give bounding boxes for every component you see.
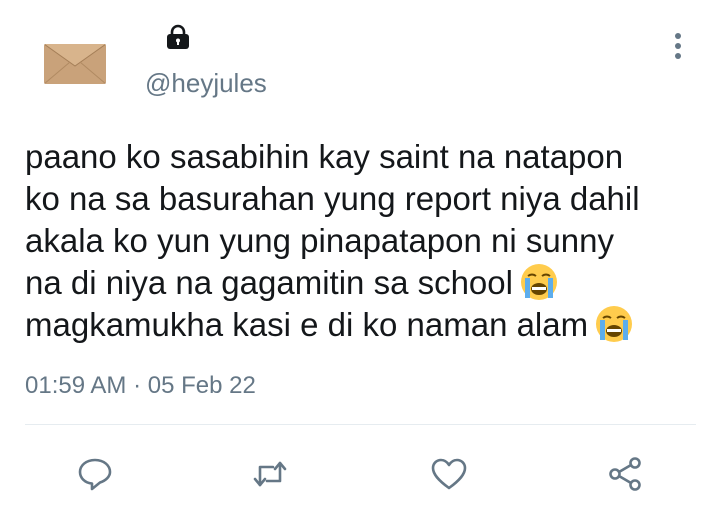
tweet-line: akala ko yun yung pinapatapon ni sunny: [25, 222, 614, 259]
timestamp-separator: ·: [133, 372, 142, 399]
user-handle[interactable]: @heyjules: [145, 68, 267, 99]
lock-icon: [164, 23, 192, 51]
more-vertical-icon[interactable]: [664, 30, 692, 62]
divider: [25, 424, 696, 425]
tweet-line: ko na sa basurahan yung report niya dahi…: [25, 180, 640, 217]
tweet-line: na di niya na gagamitin sa school: [25, 264, 513, 301]
tweet-line: magkamukha kasi e di ko naman alam: [25, 306, 589, 343]
loudly-crying-face-icon: [519, 262, 559, 302]
reply-button[interactable]: [73, 452, 117, 496]
share-icon: [609, 457, 641, 491]
retweet-button[interactable]: [248, 452, 292, 496]
tweet-timestamp[interactable]: 01:59 AM · 05 Feb 22: [25, 372, 256, 400]
like-button[interactable]: [427, 452, 471, 496]
tweet-text: paano ko sasabihin kay saint na natapon …: [25, 136, 705, 346]
reply-icon: [78, 458, 112, 491]
loudly-crying-face-icon: [594, 304, 634, 344]
retweet-icon: [253, 461, 287, 487]
tweet-time: 01:59 AM: [25, 372, 127, 399]
tweet-line-with-emoji: magkamukha kasi e di ko naman alam: [25, 304, 705, 346]
like-icon: [431, 458, 467, 490]
tweet-line: paano ko sasabihin kay saint na natapon: [25, 138, 624, 175]
share-button[interactable]: [603, 452, 647, 496]
tweet-date: 05 Feb 22: [147, 372, 256, 399]
tweet-line-with-emoji: na di niya na gagamitin sa school: [25, 262, 705, 304]
avatar[interactable]: [44, 44, 106, 84]
